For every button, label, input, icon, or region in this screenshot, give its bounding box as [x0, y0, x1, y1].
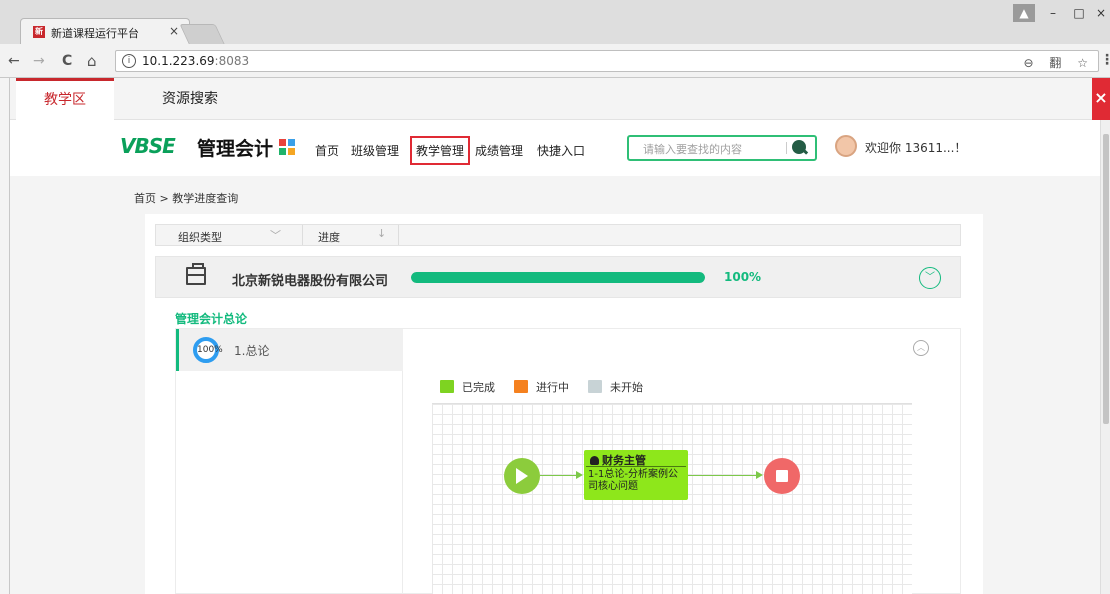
flow-arrow-head — [576, 471, 583, 479]
legend-item-not-started: 未开始 — [588, 379, 643, 395]
app-header: VBSE 管理会计 首页 班级管理 教学管理 成绩管理 快捷入口 请输入要查找的… — [10, 120, 1100, 176]
flow-arrow-head — [756, 471, 763, 479]
left-edge — [0, 78, 10, 594]
org-name: 北京新锐电器股份有限公司 — [232, 274, 389, 289]
legend-swatch — [440, 380, 454, 393]
filter-org-type[interactable]: 组织类型 — [178, 229, 222, 245]
flow-start-node[interactable] — [504, 458, 540, 494]
omnibox-actions-icons[interactable]: ⊖ 翻 ☆ — [1024, 54, 1094, 71]
org-progress-label: 100% — [724, 270, 762, 284]
apps-grid-icon[interactable] — [279, 139, 295, 155]
search-input[interactable]: 请输入要查找的内容 — [643, 141, 742, 157]
collapse-chevron-icon[interactable]: ︿ — [913, 340, 929, 356]
tab-title: 新道课程运行平台 — [51, 27, 139, 40]
nav-teaching-management[interactable]: 教学管理 — [410, 136, 471, 165]
search-divider — [786, 142, 787, 154]
filter-bar: 组织类型 ﹀ 进度 ↓ — [155, 224, 961, 246]
tab-close-icon[interactable]: × — [169, 24, 179, 38]
zone-bar: 教学区 资源搜索 — [10, 78, 1100, 120]
nav-quick-access[interactable]: 快捷入口 — [537, 142, 585, 159]
minimize-button[interactable]: – — [1040, 4, 1066, 22]
expand-chevron-icon[interactable]: ﹀ — [919, 267, 941, 289]
page: 教学区 资源搜索 × VBSE 管理会计 首页 班级管理 教学管理 成绩管理 快… — [0, 78, 1110, 594]
zone-tab-teaching[interactable]: 教学区 — [16, 78, 114, 120]
avatar[interactable] — [835, 135, 857, 157]
welcome-text[interactable]: 欢迎你 13611...！ — [865, 139, 966, 156]
legend-item-in-progress: 进行中 — [514, 379, 569, 395]
logo: VBSE — [120, 134, 176, 158]
chevron-down-icon[interactable]: ﹀ — [270, 227, 281, 243]
search-icon[interactable] — [792, 140, 806, 154]
browser-toolbar: ← → C ⌂ i 10.1.223.69:8083 ⊖ 翻 ☆ ⋮ — [0, 44, 1110, 78]
task-description: 1-1总论-分析案例公司核心问题 — [588, 469, 678, 492]
flow-end-node[interactable] — [764, 458, 800, 494]
flow-arrow — [540, 475, 576, 476]
filter-divider — [398, 225, 399, 245]
progress-content: 组织类型 ﹀ 进度 ↓ 北京新锐电器股份有限公司 100% ﹀ 管理会计总论 1… — [145, 214, 983, 594]
close-panel-button[interactable]: × — [1092, 78, 1110, 120]
filter-progress[interactable]: 进度 — [318, 229, 340, 245]
site-favicon-icon: 新 — [33, 26, 45, 38]
logo-subtitle: 管理会计 — [197, 138, 274, 160]
flow-task-node[interactable]: 财务主管 1-1总论-分析案例公司核心问题 — [584, 450, 688, 500]
browser-menu-icon[interactable]: ⋮ — [1100, 52, 1110, 68]
chapter-panel: 100% 1.总论 ︿ 已完成 进行中 未开始 财务主管 1-1总论-分析案例公… — [175, 328, 961, 594]
legend-item-completed: 已完成 — [440, 379, 495, 395]
section-title: 管理会计总论 — [175, 312, 248, 326]
search-box[interactable]: 请输入要查找的内容 — [627, 135, 817, 161]
browser-titlebar: 新 新道课程运行平台 × ▲ – □ × — [0, 0, 1110, 44]
task-divider — [586, 466, 686, 467]
user-profile-icon[interactable]: ▲ — [1013, 4, 1035, 22]
chapter-label: 1.总论 — [234, 344, 270, 358]
nav-home[interactable]: 首页 — [315, 142, 339, 159]
window-close-button[interactable]: × — [1088, 4, 1110, 22]
nav-grade-management[interactable]: 成绩管理 — [475, 142, 523, 159]
reload-icon[interactable]: C — [62, 53, 72, 69]
briefcase-icon — [186, 263, 206, 285]
url-text: 10.1.223.69:8083 — [142, 54, 250, 68]
legend-swatch — [514, 380, 528, 393]
back-arrow-icon[interactable]: ← — [8, 53, 20, 69]
home-icon[interactable]: ⌂ — [87, 53, 97, 69]
browser-tab[interactable]: 新 新道课程运行平台 × — [20, 18, 190, 44]
nav-class-management[interactable]: 班级管理 — [351, 142, 399, 159]
chapter-list: 100% 1.总论 — [176, 329, 403, 594]
legend-swatch — [588, 380, 602, 393]
flow-arrow — [688, 475, 756, 476]
zone-tab-resource-search[interactable]: 资源搜索 — [140, 78, 240, 120]
forward-arrow-icon[interactable]: → — [33, 53, 45, 69]
chapter-item[interactable]: 100% 1.总论 — [176, 329, 403, 371]
filter-divider — [302, 225, 303, 245]
breadcrumb: 首页 > 教学进度查询 — [134, 192, 239, 205]
progress-ring: 100% — [193, 337, 223, 363]
org-progress-bar — [411, 272, 705, 283]
info-icon[interactable]: i — [122, 54, 136, 68]
org-progress-fill — [411, 272, 705, 283]
scrollbar[interactable] — [1100, 120, 1110, 594]
user-icon — [590, 456, 599, 465]
org-row[interactable]: 北京新锐电器股份有限公司 100% ﹀ — [155, 256, 961, 298]
sort-down-arrow-icon[interactable]: ↓ — [377, 227, 386, 240]
stop-icon — [776, 470, 788, 482]
flow-canvas[interactable]: 财务主管 1-1总论-分析案例公司核心问题 — [432, 403, 912, 594]
address-bar[interactable]: i 10.1.223.69:8083 ⊖ 翻 ☆ — [115, 50, 1099, 72]
scrollbar-thumb[interactable] — [1103, 134, 1109, 424]
